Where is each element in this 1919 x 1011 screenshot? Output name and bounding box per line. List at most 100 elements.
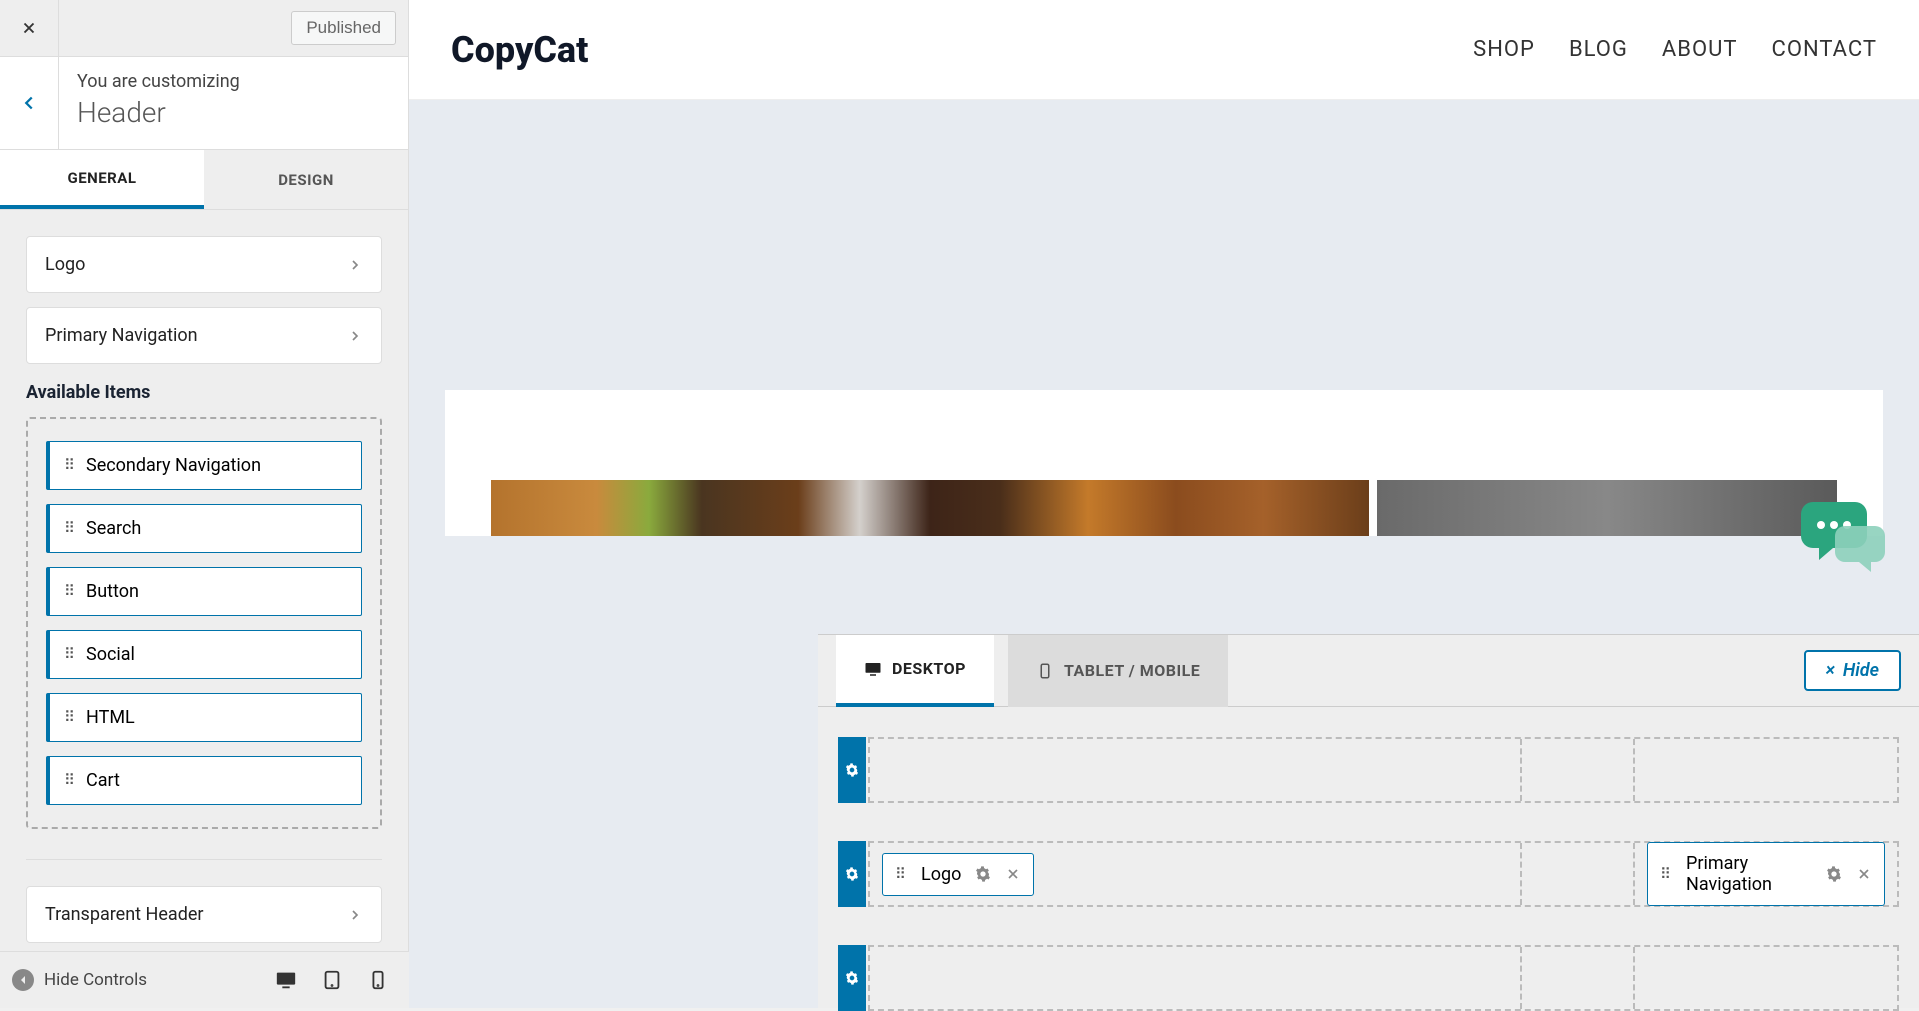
available-item-button[interactable]: ⠿ Button xyxy=(46,567,362,616)
builder-rows: ⠿ Logo ⠿ Primary Navigation xyxy=(818,707,1919,1011)
tablet-icon[interactable] xyxy=(321,969,343,991)
chevron-right-icon xyxy=(347,257,363,273)
desktop-icon[interactable] xyxy=(275,969,297,991)
tab-design[interactable]: DESIGN xyxy=(204,150,408,209)
item-label: Search xyxy=(86,518,141,539)
builder-tab-label: DESKTOP xyxy=(892,659,966,678)
available-item-secondary-navigation[interactable]: ⠿Secondary Navigation xyxy=(46,441,362,490)
row-settings-button[interactable] xyxy=(838,737,866,803)
zone-left[interactable]: ⠿ Logo xyxy=(870,843,1522,905)
zone-center[interactable] xyxy=(1522,843,1635,905)
option-primary-navigation[interactable]: Primary Navigation xyxy=(26,307,382,364)
option-logo[interactable]: Logo xyxy=(26,236,382,293)
available-item-search[interactable]: ⠿ Search xyxy=(46,504,362,553)
builder-tab-label: TABLET / MOBILE xyxy=(1064,661,1200,680)
panel-title-box: You are customizing Header xyxy=(59,57,258,149)
site-primary-nav: SHOP BLOG ABOUT CONTACT xyxy=(1473,37,1877,62)
close-icon: × xyxy=(1826,660,1835,681)
available-items-box: ⠿Secondary Navigation ⠿Search ⠿Button ⠿S… xyxy=(26,417,382,829)
row-zones[interactable]: ⠿ Logo ⠿ Primary Navigation xyxy=(868,841,1899,907)
placed-label: Primary Navigation xyxy=(1686,853,1812,895)
divider xyxy=(26,859,382,860)
builder-row-main: ⠿ Logo ⠿ Primary Navigation xyxy=(838,841,1899,907)
panel-tabs: GENERAL DESIGN xyxy=(0,150,408,210)
device-preview-icons xyxy=(275,969,397,991)
builder-tab-desktop[interactable]: DESKTOP xyxy=(836,635,994,707)
row-zones[interactable] xyxy=(868,945,1899,1011)
sidebar-top-bar: Published xyxy=(0,0,408,57)
chat-widget[interactable] xyxy=(1799,500,1889,572)
gear-icon xyxy=(975,866,991,882)
close-icon xyxy=(20,19,38,37)
builder-row-bottom xyxy=(838,945,1899,1011)
drag-handle-icon: ⠿ xyxy=(64,776,76,785)
placed-item-primary-navigation[interactable]: ⠿ Primary Navigation xyxy=(1647,842,1885,906)
row-zones[interactable] xyxy=(868,737,1899,803)
item-label: Button xyxy=(86,581,139,602)
zone-right[interactable] xyxy=(1635,947,1897,1009)
item-settings-button[interactable] xyxy=(975,866,991,882)
close-icon xyxy=(1856,866,1872,882)
zone-left[interactable] xyxy=(870,947,1522,1009)
hide-builder-button[interactable]: × Hide xyxy=(1804,650,1901,691)
item-label: Secondary Navigation xyxy=(86,455,261,476)
gear-icon xyxy=(845,971,859,985)
site-header: CopyCat SHOP BLOG ABOUT CONTACT xyxy=(409,0,1919,100)
published-status-button[interactable]: Published xyxy=(291,11,396,45)
zone-center[interactable] xyxy=(1522,739,1635,801)
builder-tab-tablet-mobile[interactable]: TABLET / MOBILE xyxy=(1008,635,1228,707)
drag-handle-icon: ⠿ xyxy=(1660,870,1672,879)
row-settings-button[interactable] xyxy=(838,945,866,1011)
drag-handle-icon: ⠿ xyxy=(64,713,76,722)
collapse-icon xyxy=(12,969,34,991)
zone-center[interactable] xyxy=(1522,947,1635,1009)
gear-icon xyxy=(1826,866,1842,882)
chevron-left-icon xyxy=(18,92,40,114)
site-preview: CopyCat SHOP BLOG ABOUT CONTACT xyxy=(409,0,1919,1008)
gear-icon xyxy=(845,867,859,881)
desktop-icon xyxy=(864,660,882,678)
hide-controls-button[interactable]: Hide Controls xyxy=(12,969,147,991)
hero-image-right xyxy=(1377,480,1837,536)
zone-left[interactable] xyxy=(870,739,1522,801)
hero-image-left xyxy=(491,480,1369,536)
item-label: Social xyxy=(86,644,135,665)
drag-handle-icon: ⠿ xyxy=(64,524,76,533)
zone-right[interactable] xyxy=(1635,739,1897,801)
nav-link-contact[interactable]: CONTACT xyxy=(1772,37,1877,62)
row-settings-button[interactable] xyxy=(838,841,866,907)
panel-title: Header xyxy=(77,96,240,129)
zone-right[interactable]: ⠿ Primary Navigation xyxy=(1635,843,1897,905)
chevron-right-icon xyxy=(347,907,363,923)
gear-icon xyxy=(845,763,859,777)
drag-handle-icon: ⠿ xyxy=(895,870,907,879)
available-item-cart[interactable]: ⠿ Cart xyxy=(46,756,362,805)
close-customizer-button[interactable] xyxy=(0,0,59,56)
tab-general[interactable]: GENERAL xyxy=(0,150,204,209)
content-inner xyxy=(445,390,1883,536)
nav-link-about[interactable]: ABOUT xyxy=(1662,37,1738,62)
builder-row-top xyxy=(838,737,1899,803)
option-label: Primary Navigation xyxy=(45,325,198,346)
sidebar-header: You are customizing Header xyxy=(0,57,408,150)
item-label: Cart xyxy=(86,770,120,791)
panel-subtitle: You are customizing xyxy=(77,71,240,92)
close-icon xyxy=(1005,866,1021,882)
drag-handle-icon: ⠿ xyxy=(64,587,76,596)
publish-area: Published xyxy=(59,0,408,56)
option-transparent-header[interactable]: Transparent Header xyxy=(26,886,382,943)
item-remove-button[interactable] xyxy=(1005,866,1021,882)
drag-handle-icon: ⠿ xyxy=(64,650,76,659)
available-item-html[interactable]: ⠿HTML xyxy=(46,693,362,742)
nav-link-shop[interactable]: SHOP xyxy=(1473,37,1535,62)
site-logo[interactable]: CopyCat xyxy=(451,29,588,71)
available-item-social[interactable]: ⠿ Social xyxy=(46,630,362,679)
hide-label: Hide xyxy=(1843,660,1879,681)
item-settings-button[interactable] xyxy=(1826,866,1842,882)
nav-link-blog[interactable]: BLOG xyxy=(1569,37,1628,62)
customizer-sidebar: Published You are customizing Header GEN… xyxy=(0,0,409,951)
back-button[interactable] xyxy=(0,57,59,149)
item-remove-button[interactable] xyxy=(1856,866,1872,882)
mobile-icon[interactable] xyxy=(367,969,389,991)
placed-item-logo[interactable]: ⠿ Logo xyxy=(882,853,1034,896)
